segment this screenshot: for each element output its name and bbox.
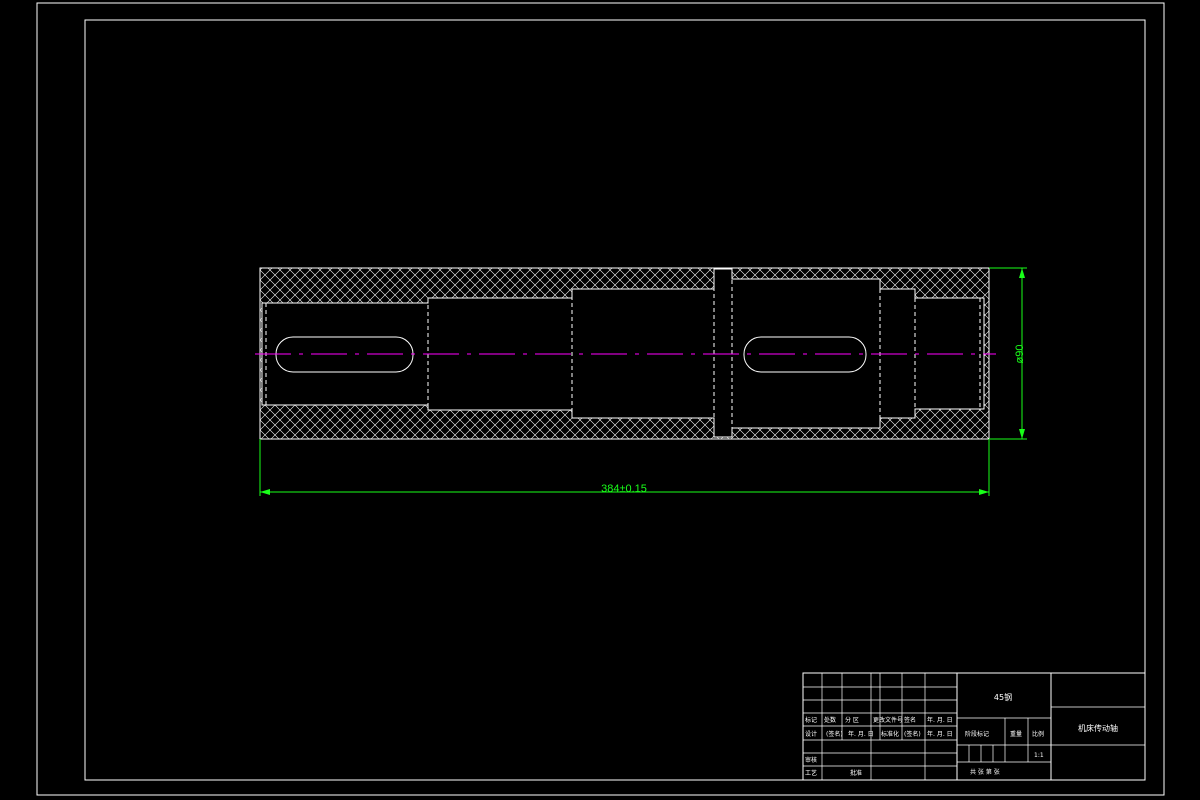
tb-sheets: 共 张 第 张 bbox=[970, 768, 1000, 776]
tb-change-doc: 更改文件号 bbox=[873, 716, 903, 724]
tb-part-name: 机床传动轴 bbox=[1078, 723, 1118, 733]
tb-mark: 标记 bbox=[805, 716, 817, 724]
tb-design-date: 年. 月. 日 bbox=[848, 730, 874, 738]
tb-ratio-label: 比例 bbox=[1032, 730, 1044, 738]
tb-design-sign: (签名) bbox=[826, 730, 843, 738]
tb-material: 45钢 bbox=[994, 692, 1012, 702]
tb-count: 处数 bbox=[824, 716, 836, 724]
title-block: 标记 处数 分 区 更改文件号 签名 年. 月. 日 设计 (签名) 年. 月.… bbox=[802, 672, 1146, 781]
tb-signature: 签名 bbox=[904, 716, 916, 724]
tb-approve: 批准 bbox=[850, 769, 862, 777]
cad-drawing: ø90 384±0.15 标记 处数 分 区 更改文件号 签名 年. 月. 日 … bbox=[36, 2, 1165, 796]
length-dimension: 384±0.15 bbox=[259, 439, 990, 496]
length-label: 384±0.15 bbox=[601, 483, 647, 495]
tb-date: 年. 月. 日 bbox=[927, 716, 953, 724]
tb-scale: 1:1 bbox=[1034, 752, 1044, 759]
tb-weight-label: 重量 bbox=[1010, 730, 1022, 738]
diameter-label: ø90 bbox=[1014, 345, 1026, 364]
tb-std-sign: (签名) bbox=[904, 730, 921, 738]
tb-zone: 分 区 bbox=[845, 716, 859, 724]
tb-process: 工艺 bbox=[805, 769, 817, 777]
tb-review: 审核 bbox=[805, 756, 817, 764]
tb-stage-label: 阶段标记 bbox=[965, 730, 989, 738]
tb-design: 设计 bbox=[805, 730, 817, 738]
tb-std-date: 年. 月. 日 bbox=[927, 730, 953, 738]
tb-standardize: 标准化 bbox=[881, 730, 899, 738]
